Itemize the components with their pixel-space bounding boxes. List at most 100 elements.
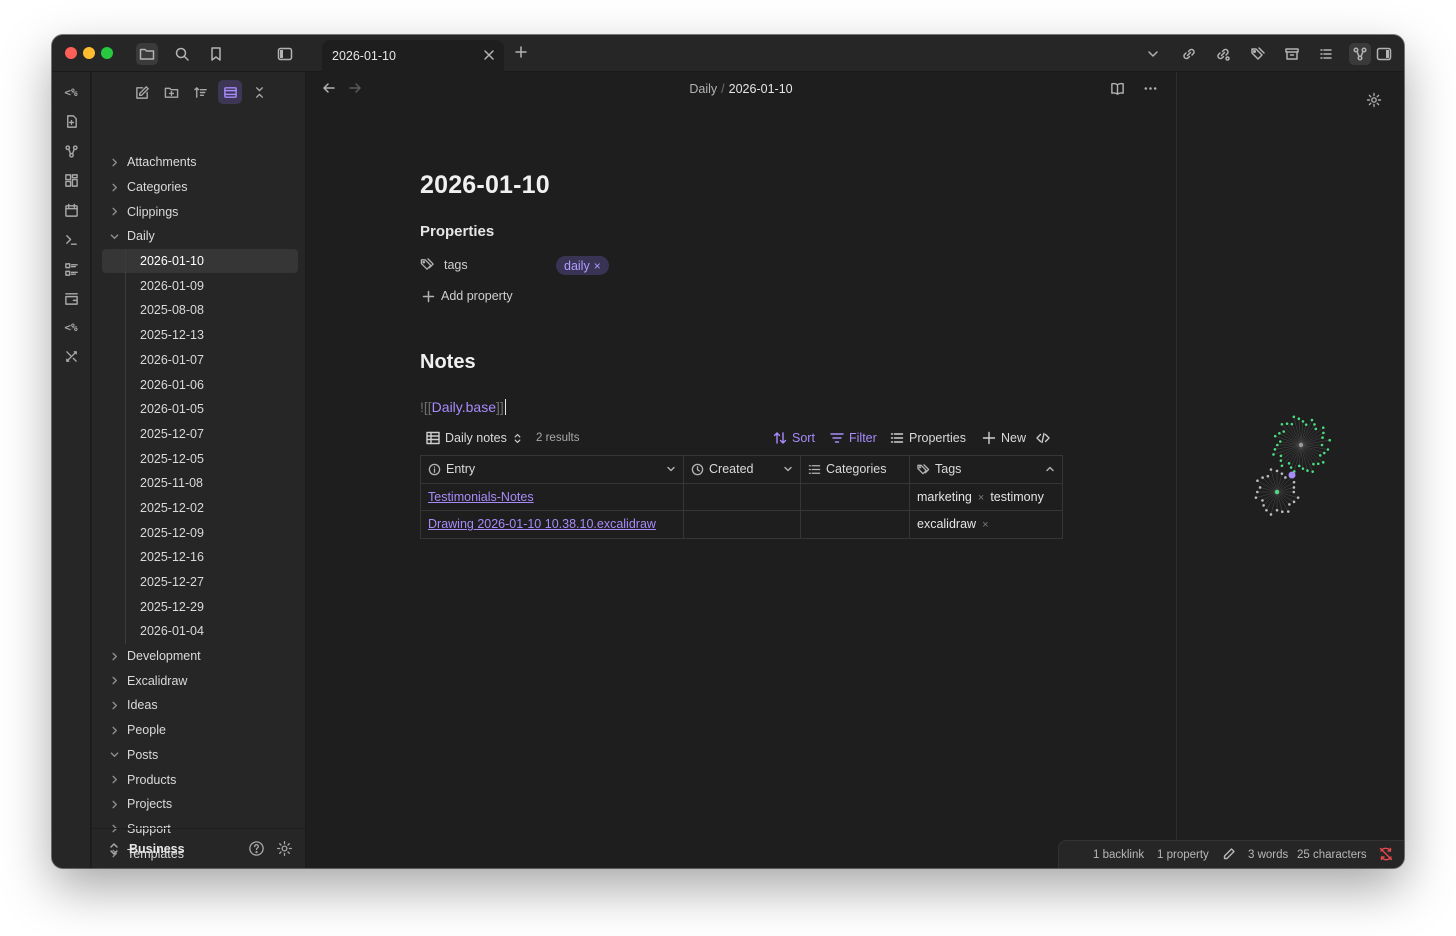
tab-close-icon[interactable]	[482, 48, 498, 64]
graph-node[interactable]	[1256, 490, 1259, 494]
chevron-up-icon[interactable]	[1045, 464, 1055, 474]
archive-icon[interactable]	[1281, 43, 1303, 65]
graph-node[interactable]	[1306, 469, 1309, 472]
graph-node[interactable]	[1272, 453, 1275, 456]
graph-node[interactable]	[1301, 420, 1305, 423]
cell-categories[interactable]	[800, 510, 910, 539]
graph-node[interactable]	[1292, 480, 1296, 484]
graph-node[interactable]	[1275, 490, 1279, 494]
graph-node[interactable]	[1313, 423, 1316, 426]
cell-categories[interactable]	[800, 482, 910, 511]
window-close-button[interactable]	[65, 47, 77, 59]
graph-node[interactable]	[1285, 422, 1289, 425]
file-item[interactable]: 2025-12-13	[102, 322, 298, 348]
note-title[interactable]: 2026-01-10	[420, 171, 550, 200]
graph-node[interactable]	[1297, 464, 1301, 468]
graph-node[interactable]	[1275, 469, 1279, 473]
graph-node[interactable]	[1292, 415, 1296, 419]
tag-value[interactable]: testimony	[990, 490, 1044, 504]
reading-view-icon[interactable]	[1110, 81, 1128, 99]
code-view-button[interactable]	[1036, 427, 1050, 449]
tag-remove-icon[interactable]: ×	[594, 259, 601, 273]
graph-node[interactable]	[1289, 466, 1293, 469]
graph-node[interactable]	[1273, 448, 1277, 451]
graph-node[interactable]	[1282, 430, 1286, 433]
graph-node[interactable]	[1278, 440, 1282, 443]
file-item[interactable]: 2026-01-07	[102, 347, 298, 373]
graph-node[interactable]	[1320, 443, 1324, 447]
new-folder-icon[interactable]	[159, 80, 183, 104]
templater-icon[interactable]: <%	[60, 81, 82, 103]
folder-item[interactable]: People	[102, 718, 298, 743]
folder-item[interactable]: Categories	[102, 175, 298, 200]
left-sidebar-toggle-icon[interactable]	[274, 43, 296, 65]
bookmark-icon[interactable]	[205, 43, 227, 65]
terminal-icon[interactable]	[60, 228, 82, 250]
file-item[interactable]: 2025-12-27	[102, 569, 298, 595]
file-item[interactable]: 2026-01-04	[102, 619, 298, 644]
graph-node[interactable]	[1254, 496, 1258, 499]
sort-order-icon[interactable]	[188, 80, 212, 104]
help-icon[interactable]	[248, 840, 266, 858]
vault-name[interactable]: Business	[129, 842, 185, 856]
tag-remove-icon[interactable]: ×	[978, 492, 984, 504]
templater-insert-icon[interactable]: <%	[60, 316, 82, 338]
folder-item[interactable]: Development	[102, 644, 298, 669]
graph-node[interactable]	[1265, 508, 1268, 512]
file-item[interactable]: 2025-12-05	[102, 446, 298, 471]
chevron-down-icon[interactable]	[108, 230, 120, 242]
graph-node[interactable]	[1316, 462, 1320, 466]
folder-item[interactable]: Clippings	[102, 199, 298, 224]
more-options-icon[interactable]	[1143, 81, 1161, 99]
file-item[interactable]: 2026-01-09	[102, 273, 298, 299]
embed-source-line[interactable]: ![[Daily.base]]	[420, 399, 506, 415]
list-icon[interactable]	[60, 258, 82, 280]
embed-link[interactable]: Daily.base	[432, 399, 496, 415]
graph-settings-icon[interactable]	[1366, 92, 1384, 110]
graph-node[interactable]	[1280, 422, 1284, 426]
graph-node[interactable]	[1318, 454, 1322, 457]
tag-pill[interactable]: daily ×	[556, 256, 609, 275]
graph-node[interactable]	[1280, 464, 1284, 468]
graph-node[interactable]	[1296, 496, 1300, 499]
graph-node[interactable]	[1290, 422, 1294, 426]
properties-button[interactable]: Properties	[890, 427, 966, 449]
column-header-entry[interactable]: Entry	[420, 455, 684, 484]
entry-link[interactable]: Drawing 2026-01-10 10.38.10.excalidraw	[428, 517, 656, 531]
edit-mode-icon[interactable]	[1222, 847, 1237, 862]
graph-node[interactable]	[1280, 510, 1284, 514]
graph-node[interactable]	[1326, 448, 1330, 451]
column-header-created[interactable]: Created	[683, 455, 801, 484]
file-item[interactable]: 2025-12-09	[102, 520, 298, 545]
graph-view-icon[interactable]	[1349, 43, 1371, 65]
vault-switcher-icon[interactable]	[108, 842, 120, 856]
column-header-tags[interactable]: Tags	[909, 455, 1063, 484]
calendar-icon[interactable]	[60, 199, 82, 221]
filter-button[interactable]: Filter	[830, 427, 877, 449]
folder-item[interactable]: Products	[102, 767, 298, 792]
window-maximize-button[interactable]	[101, 47, 113, 59]
graph-node[interactable]	[1328, 438, 1332, 442]
graph-hub-node[interactable]	[1298, 442, 1304, 448]
graph-node[interactable]	[1301, 467, 1305, 470]
graph-current-note-node[interactable]	[1288, 471, 1296, 479]
graph-node[interactable]	[1286, 510, 1290, 513]
graph-node[interactable]	[1292, 500, 1296, 504]
graph-node[interactable]	[1287, 462, 1291, 465]
graph-node[interactable]	[1321, 426, 1325, 429]
graph-node[interactable]	[1279, 454, 1283, 458]
chevron-right-icon[interactable]	[108, 650, 120, 662]
tag-remove-icon[interactable]: ×	[982, 519, 988, 531]
graph-node[interactable]	[1321, 461, 1325, 464]
add-property-button[interactable]: Add property	[422, 289, 513, 303]
file-item[interactable]: 2025-11-08	[102, 470, 298, 496]
links-backlinks-icon[interactable]	[1212, 43, 1234, 65]
cell-created[interactable]	[683, 510, 801, 539]
chevron-right-icon[interactable]	[108, 774, 120, 786]
entry-link[interactable]: Testimonials-Notes	[428, 490, 534, 504]
graph-node[interactable]	[1288, 503, 1291, 506]
breadcrumb-note[interactable]: 2026-01-10	[729, 82, 793, 96]
file-item-selected[interactable]: 2026-01-10	[102, 248, 298, 274]
outline-icon[interactable]	[1315, 43, 1337, 65]
graph-node[interactable]	[1322, 451, 1326, 455]
